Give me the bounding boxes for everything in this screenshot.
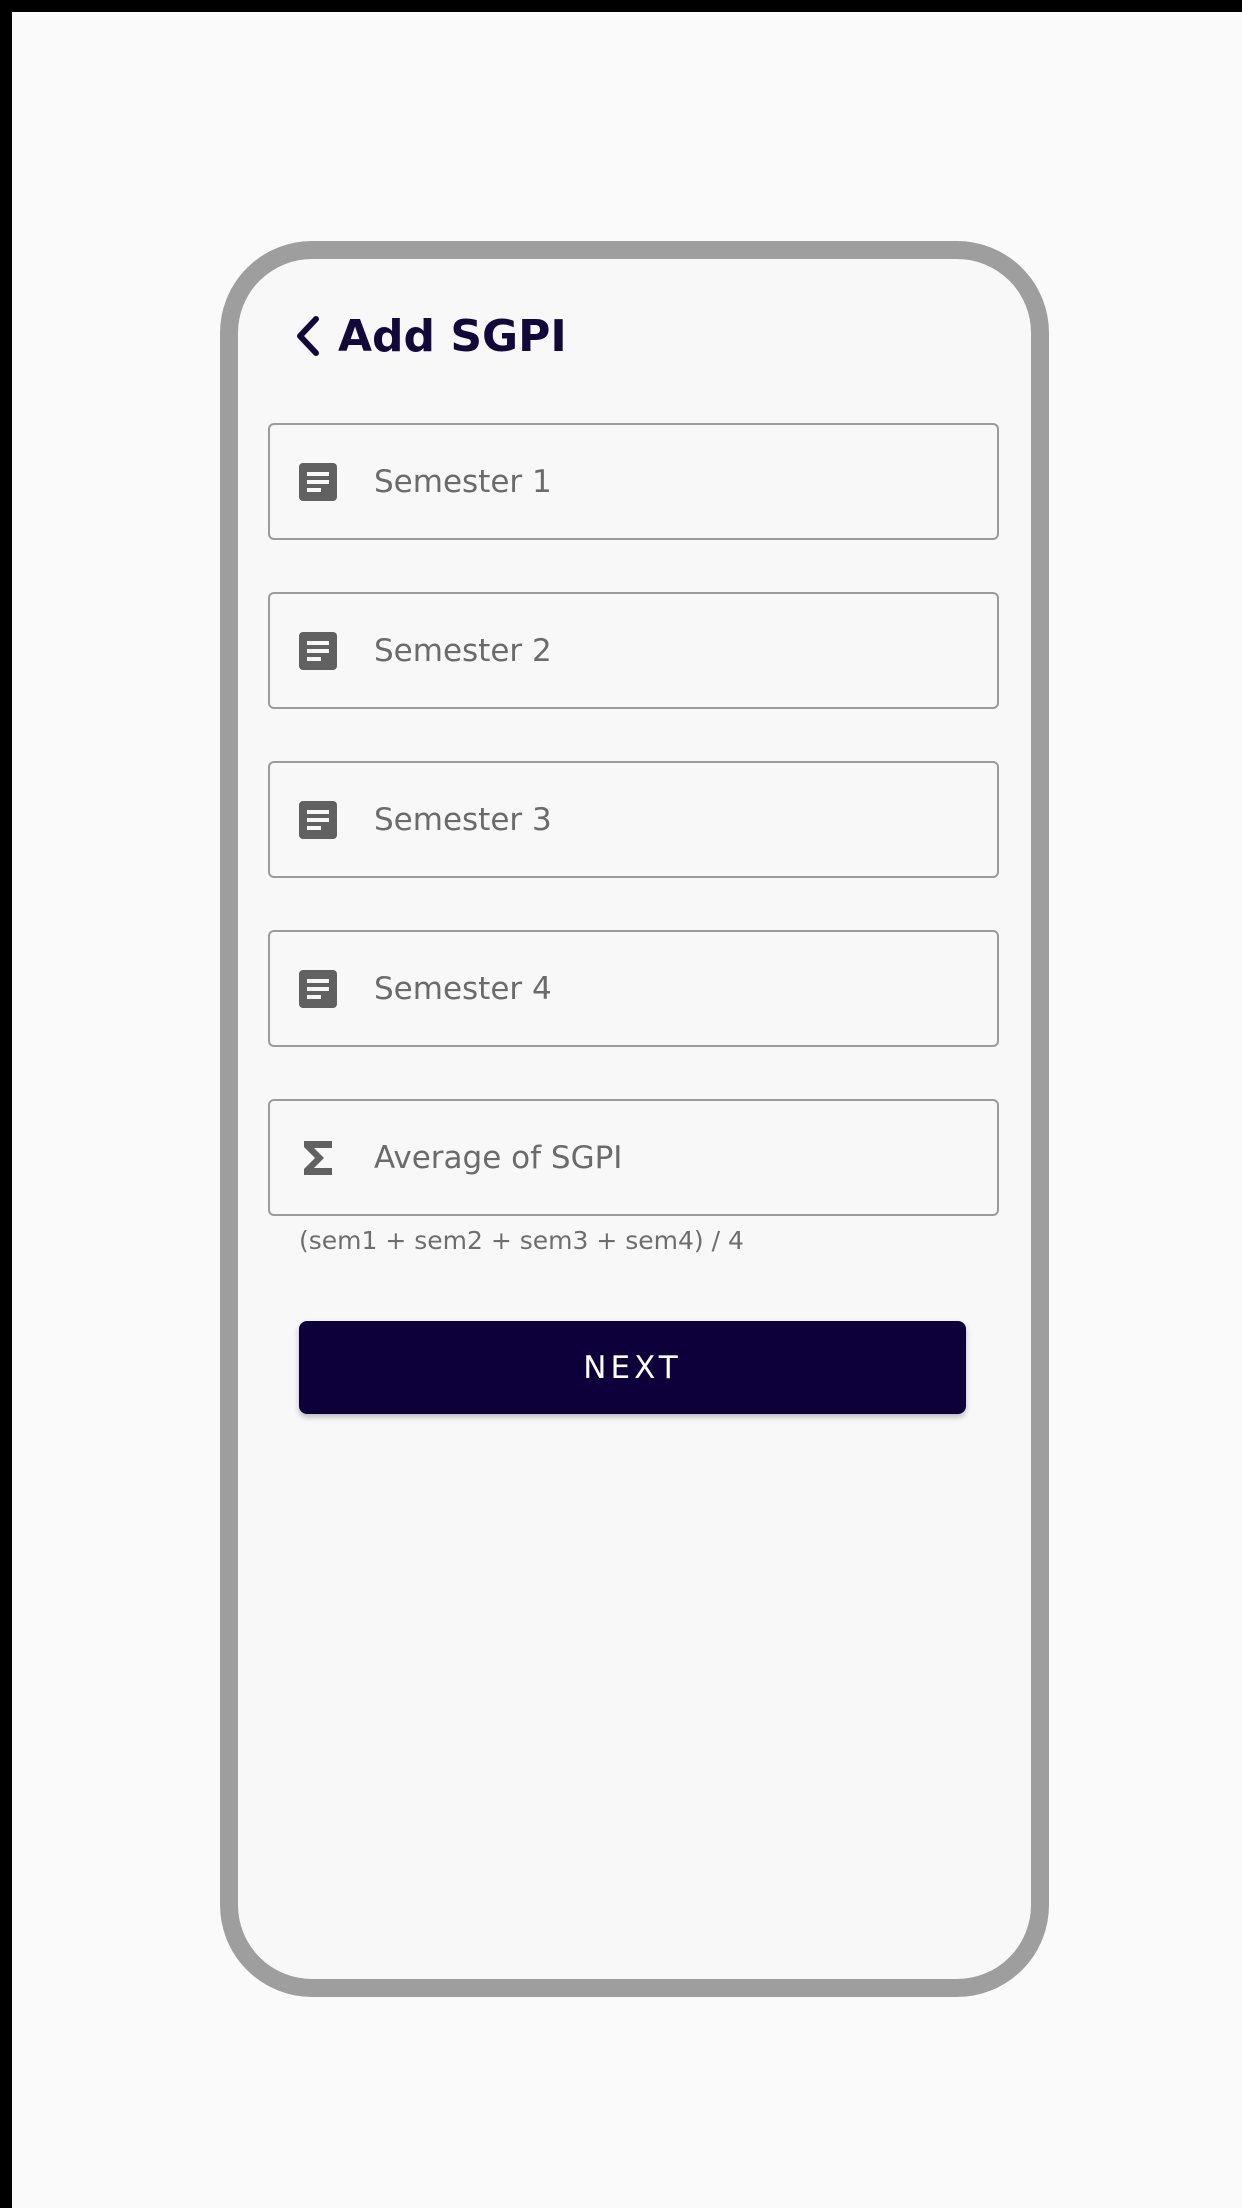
app-header: Add SGPI [288,301,567,371]
page-title: Add SGPI [338,310,567,362]
semester-1-field[interactable] [268,423,999,540]
back-button[interactable] [288,311,328,361]
average-sgpi-input[interactable] [374,1127,934,1188]
next-button[interactable]: NEXT [299,1321,966,1414]
semester-2-input[interactable] [374,620,934,681]
semester-2-field[interactable] [268,592,999,709]
document-icon [298,969,338,1009]
semester-1-input[interactable] [374,451,934,512]
sigma-icon [298,1138,338,1178]
document-icon [298,631,338,671]
semester-4-input[interactable] [374,958,934,1019]
average-sgpi-field[interactable] [268,1099,999,1216]
chevron-left-icon [297,316,319,356]
app-screen: Add SGPI Semester 1 Semester 2 Semester … [238,259,1031,1979]
screen-frame-top [0,0,1242,12]
average-helper-text: (sem1 + sem2 + sem3 + sem4) / 4 [299,1226,744,1255]
screen-frame-left [0,0,12,2208]
phone-frame: Add SGPI Semester 1 Semester 2 Semester … [220,241,1049,1997]
semester-3-input[interactable] [374,789,934,850]
next-button-label: NEXT [583,1349,682,1386]
semester-4-field[interactable] [268,930,999,1047]
document-icon [298,462,338,502]
semester-3-field[interactable] [268,761,999,878]
document-icon [298,800,338,840]
